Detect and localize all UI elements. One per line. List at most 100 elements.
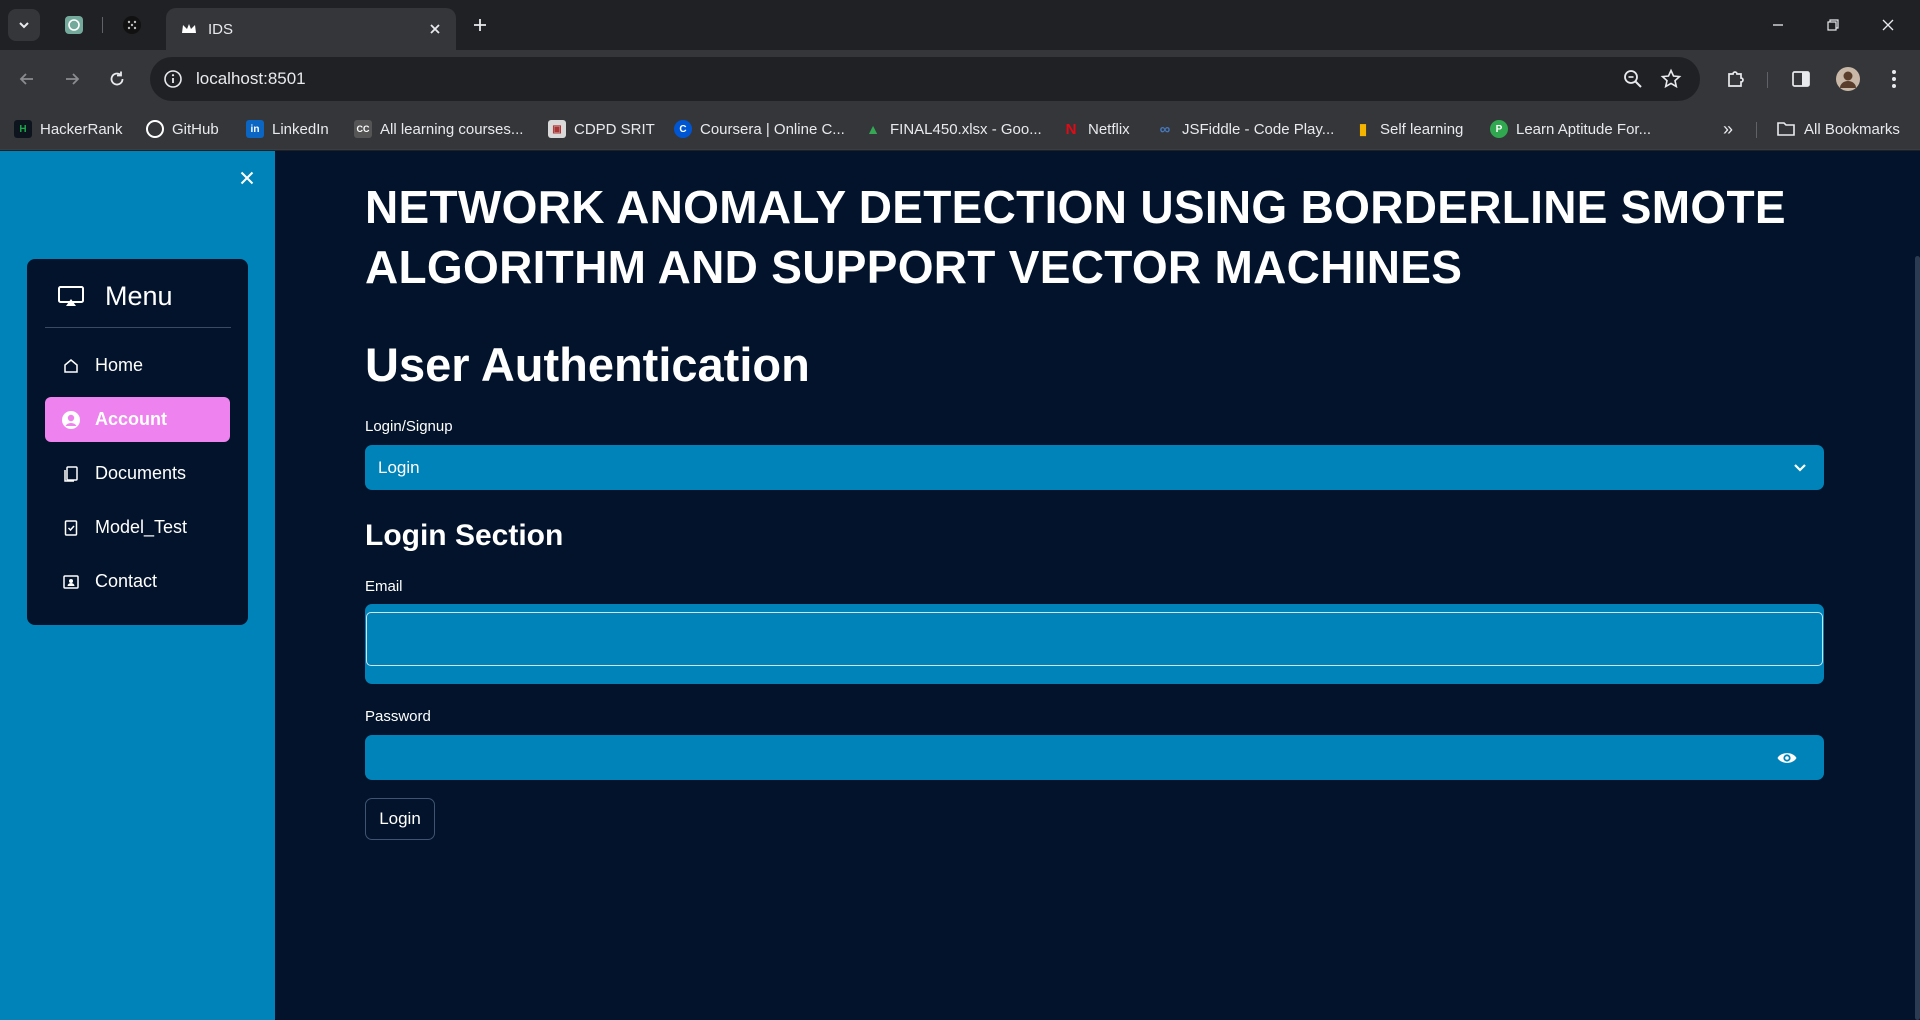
site-info-icon [164, 70, 182, 88]
bookmark-star-icon[interactable] [1660, 68, 1682, 90]
plus-icon [474, 19, 486, 31]
github-icon [146, 120, 164, 138]
bookmark-label: GitHub [172, 120, 219, 138]
sidebar-item-label: Home [95, 355, 144, 375]
menu-header: Menu [57, 281, 173, 311]
bookmark-label: Self learning [1380, 120, 1464, 138]
folder-icon [1777, 122, 1795, 136]
login-section-heading: Login Section [365, 519, 564, 552]
bookmark-hackerrank[interactable]: H HackerRank [14, 118, 123, 140]
arrow-left-icon [19, 73, 33, 85]
bookmark-label: JSFiddle - Code Play... [1182, 120, 1335, 138]
chatgpt-icon [65, 16, 83, 34]
bookmark-learning-courses[interactable]: CC All learning courses... [354, 118, 523, 140]
netflix-icon: N [1065, 120, 1077, 138]
zoom-icon[interactable] [1622, 68, 1644, 90]
cc-icon: CC [354, 120, 372, 138]
minimize-button[interactable] [1758, 10, 1798, 40]
url-text: localhost:8501 [196, 69, 306, 88]
back-button[interactable] [12, 64, 42, 94]
mode-label: Login/Signup [365, 418, 453, 435]
password-field[interactable] [365, 735, 1765, 780]
bookmark-self-learning[interactable]: ▮ Self learning [1354, 118, 1464, 140]
bookmark-final450[interactable]: ▲ FINAL450.xlsx - Goo... [864, 118, 1042, 140]
sidebar-item-model-test[interactable]: Model_Test [45, 505, 230, 550]
close-icon [430, 24, 440, 34]
email-field-container [365, 604, 1824, 684]
analytics-icon: ▮ [1358, 121, 1368, 138]
close-icon [240, 171, 254, 185]
bookmark-label: FINAL450.xlsx - Goo... [890, 120, 1042, 138]
cdpd-icon: ▣ [548, 120, 566, 138]
password-label: Password [365, 708, 431, 725]
coursera-icon: C [674, 120, 692, 138]
chevron-down-icon [19, 22, 29, 29]
bookmark-netflix[interactable]: N Netflix [1062, 118, 1130, 140]
bookmark-jsfiddle[interactable]: ∞ JSFiddle - Code Play... [1156, 118, 1335, 140]
sidebar-item-label: Contact [95, 571, 158, 591]
cast-icon [58, 286, 84, 306]
eye-icon[interactable] [1776, 747, 1798, 769]
bookmark-label: CDPD SRIT [574, 120, 655, 138]
browser-tabstrip: IDS [0, 0, 1920, 50]
sidebar-item-label: Account [95, 409, 167, 429]
hackerrank-icon: H [14, 120, 32, 138]
bookmark-label: Netflix [1088, 120, 1130, 138]
browser-toolbar: localhost:8501 [0, 50, 1920, 108]
bookmark-learn-aptitude[interactable]: P Learn Aptitude For... [1490, 118, 1651, 140]
active-tab[interactable]: IDS [166, 8, 456, 50]
pinned-tab-dots[interactable] [118, 11, 146, 39]
sidebar-item-home[interactable]: Home [45, 343, 230, 388]
bookmark-label: HackerRank [40, 120, 123, 138]
login-button[interactable]: Login [365, 798, 435, 840]
new-tab-button[interactable] [468, 13, 492, 37]
sidebar-item-label: Model_Test [95, 517, 188, 537]
bookmark-github[interactable]: GitHub [146, 118, 219, 140]
bookmarks-overflow-button[interactable]: » [1716, 118, 1740, 140]
contact-card-icon [61, 572, 81, 592]
sidebar-item-contact[interactable]: Contact [45, 559, 230, 604]
forward-button[interactable] [57, 64, 87, 94]
window-close-button[interactable] [1868, 10, 1908, 40]
password-field-container [365, 735, 1824, 780]
sidebar-item-account[interactable]: Account [45, 397, 230, 442]
auth-heading: User Authentication [365, 338, 810, 391]
bookmark-cdpd-srit[interactable]: ▣ CDPD SRIT [548, 118, 655, 140]
side-panel-button[interactable] [1787, 65, 1815, 93]
extensions-button[interactable] [1722, 65, 1750, 93]
chevron-down-icon [1794, 464, 1806, 472]
all-bookmarks-button[interactable]: All Bookmarks [1776, 118, 1900, 140]
house-icon [61, 356, 81, 376]
page-scrollbar[interactable] [1915, 256, 1920, 1020]
close-icon [1882, 19, 1894, 31]
tab-close-button[interactable] [424, 18, 446, 40]
bookmark-label: Coursera | Online C... [700, 120, 845, 138]
jsfiddle-icon: ∞ [1159, 120, 1171, 138]
email-field[interactable] [366, 612, 1823, 666]
chrome-menu-button[interactable] [1880, 65, 1908, 93]
sidebar-item-label: Documents [95, 463, 187, 483]
bookmarks-bar: H HackerRank GitHub in LinkedIn CC All lear… [0, 108, 1920, 150]
clipboard-check-icon [61, 518, 81, 538]
sidebar-item-documents[interactable]: Documents [45, 451, 230, 496]
sidebar: Menu Home Account Documents Model_Test C… [0, 151, 275, 1020]
pinned-tab-chatgpt[interactable] [60, 11, 88, 39]
option-menu: Menu Home Account Documents Model_Test C… [27, 259, 248, 625]
page-title: NETWORK ANOMALY DETECTION USING BORDERLI… [365, 181, 1786, 293]
sidebar-collapse-button[interactable] [236, 167, 258, 189]
kebab-menu-icon [1892, 70, 1896, 88]
address-bar[interactable]: localhost:8501 [150, 57, 1700, 101]
documents-icon [61, 464, 81, 484]
side-panel-icon [1792, 71, 1810, 87]
bookmark-linkedin[interactable]: in LinkedIn [246, 118, 329, 140]
tab-search-button[interactable] [8, 9, 40, 41]
restore-button[interactable] [1813, 10, 1853, 40]
linkedin-icon: in [246, 120, 264, 138]
reload-button[interactable] [102, 64, 132, 94]
login-signup-select[interactable]: Login [365, 445, 1824, 490]
google-drive-icon: ▲ [866, 121, 880, 137]
bookmarks-separator [1756, 122, 1757, 138]
profile-button[interactable] [1834, 65, 1862, 93]
arrow-right-icon [66, 73, 80, 85]
bookmark-coursera[interactable]: C Coursera | Online C... [674, 118, 845, 140]
